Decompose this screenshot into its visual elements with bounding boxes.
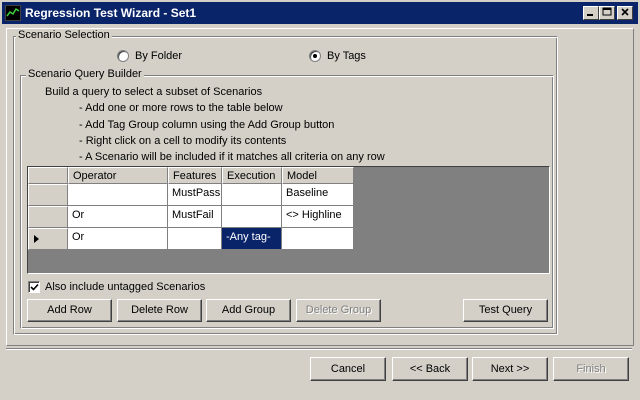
- wizard-window: Regression Test Wizard - Set1 Scenario S…: [0, 0, 640, 400]
- maximize-button[interactable]: [599, 6, 615, 20]
- close-button[interactable]: [617, 6, 633, 20]
- include-untagged-checkbox-control[interactable]: [28, 281, 40, 293]
- instruction-line: Build a query to select a subset of Scen…: [45, 86, 263, 98]
- next-button[interactable]: Next >>: [472, 357, 548, 381]
- window-title: Regression Test Wizard - Set1: [25, 6, 197, 20]
- test-query-button[interactable]: Test Query: [463, 299, 548, 322]
- grid-corner-header: [28, 167, 68, 184]
- finish-button[interactable]: Finish: [553, 357, 629, 381]
- grid-cell-execution[interactable]: [222, 184, 282, 206]
- column-header-operator[interactable]: Operator: [68, 167, 168, 184]
- grid-cell-features[interactable]: [168, 228, 222, 250]
- radio-by-tags-label: By Tags: [327, 50, 366, 62]
- grid-cell-features[interactable]: MustPass: [168, 184, 222, 206]
- instruction-line: - A Scenario will be included if it matc…: [79, 151, 385, 163]
- back-button[interactable]: << Back: [392, 357, 468, 381]
- row-header-current[interactable]: [28, 228, 68, 250]
- scenario-selection-label: Scenario Selection: [16, 29, 112, 41]
- grid-cell-execution-selected[interactable]: -Any tag-: [222, 228, 282, 250]
- grid-cell-model[interactable]: <> Highline: [282, 206, 354, 228]
- radio-by-folder[interactable]: By Folder: [117, 50, 182, 62]
- grid-cell-operator[interactable]: Or: [68, 206, 168, 228]
- instruction-line: - Right click on a cell to modify its co…: [79, 135, 287, 147]
- grid-cell-operator[interactable]: [68, 184, 168, 206]
- query-grid[interactable]: Operator Features Execution Model MustPa…: [27, 166, 550, 274]
- delete-row-button[interactable]: Delete Row: [117, 299, 202, 322]
- query-builder-label: Scenario Query Builder: [26, 68, 144, 80]
- checkmark-icon: [30, 283, 39, 291]
- minimize-button[interactable]: [583, 6, 599, 20]
- radio-by-tags[interactable]: By Tags: [309, 50, 366, 62]
- radio-by-folder-label: By Folder: [135, 50, 183, 62]
- current-row-arrow-icon: [34, 235, 39, 243]
- instruction-line: - Add one or more rows to the table belo…: [79, 102, 283, 114]
- close-icon: [621, 8, 629, 16]
- include-untagged-label: Also include untagged Scenarios: [45, 281, 206, 293]
- cancel-button[interactable]: Cancel: [310, 357, 386, 381]
- instruction-line: - Add Tag Group column using the Add Gro…: [79, 119, 335, 131]
- column-header-model[interactable]: Model: [282, 167, 354, 184]
- row-header[interactable]: [28, 184, 68, 206]
- column-header-execution[interactable]: Execution: [222, 167, 282, 184]
- title-bar[interactable]: Regression Test Wizard - Set1: [2, 2, 638, 24]
- minimize-icon: [587, 14, 593, 16]
- row-header[interactable]: [28, 206, 68, 228]
- add-row-button[interactable]: Add Row: [27, 299, 112, 322]
- column-header-features[interactable]: Features: [168, 167, 222, 184]
- maximize-icon: [602, 7, 612, 16]
- footer-separator: [6, 348, 632, 350]
- grid-cell-execution[interactable]: [222, 206, 282, 228]
- radio-by-folder-control[interactable]: [117, 50, 129, 62]
- grid-cell-features[interactable]: MustFail: [168, 206, 222, 228]
- grid-cell-model[interactable]: [282, 228, 354, 250]
- delete-group-button[interactable]: Delete Group: [296, 299, 381, 322]
- grid-cell-operator[interactable]: Or: [68, 228, 168, 250]
- app-icon[interactable]: [5, 5, 21, 21]
- include-untagged-checkbox[interactable]: Also include untagged Scenarios: [28, 281, 205, 293]
- radio-by-tags-control[interactable]: [309, 50, 321, 62]
- grid-cell-model[interactable]: Baseline: [282, 184, 354, 206]
- add-group-button[interactable]: Add Group: [206, 299, 291, 322]
